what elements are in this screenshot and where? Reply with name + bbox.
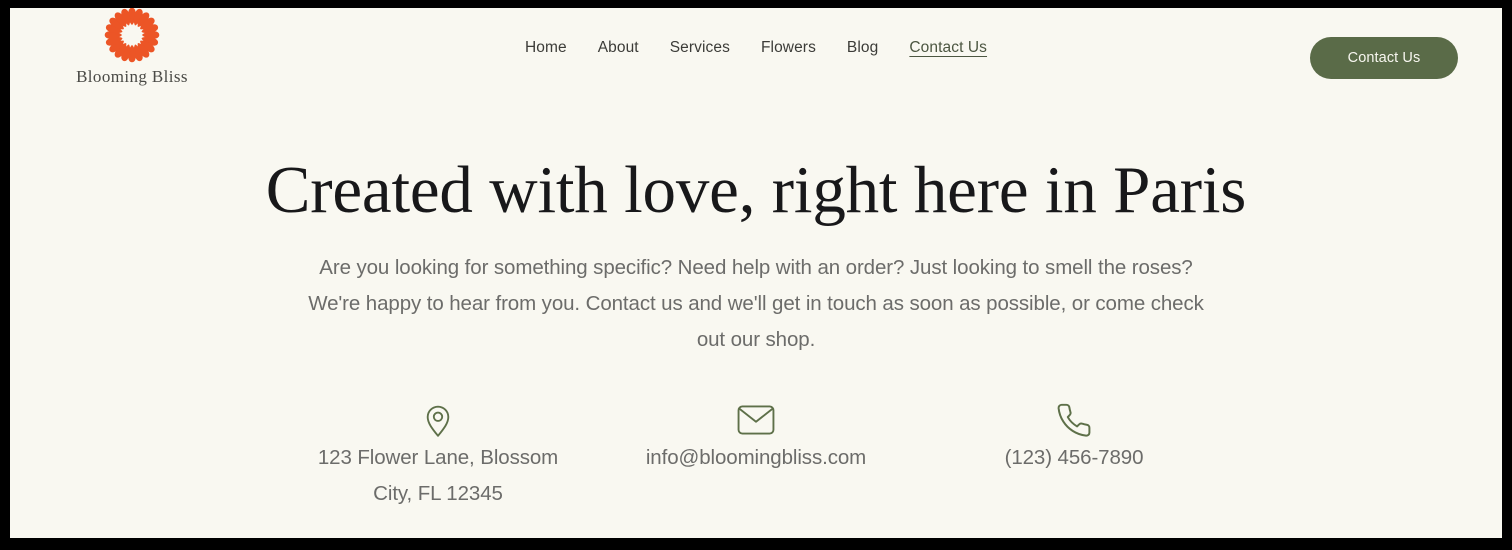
contact-phone[interactable]: (123) 456-7890 [915, 400, 1233, 476]
nav-item-blog[interactable]: Blog [847, 39, 878, 57]
main-navigation: Home About Services Flowers Blog Contact… [525, 39, 987, 57]
brand-logo[interactable]: Blooming Bliss [42, 8, 222, 87]
nav-item-flowers[interactable]: Flowers [761, 39, 816, 57]
hero-description-line-1: Are you looking for something specific? … [319, 256, 1193, 280]
brand-name: Blooming Bliss [76, 67, 188, 86]
hero-description: Are you looking for something specific? … [306, 250, 1206, 358]
hero-description-line-2: We're happy to hear from you. Contact us… [308, 292, 1146, 316]
map-pin-icon [279, 400, 597, 440]
contact-address-line-1: 123 Flower Lane, Blossom [317, 446, 559, 470]
page-canvas: Blooming Bliss Home About Services Flowe… [10, 8, 1502, 538]
contact-address-line-2: City, FL 12345 [373, 482, 503, 506]
contact-address[interactable]: 123 Flower Lane, Blossom City, FL 12345 [279, 400, 597, 512]
hero-section: Created with love, right here in Paris A… [10, 108, 1502, 512]
page-title: Created with love, right here in Paris [265, 153, 1247, 227]
nav-item-home[interactable]: Home [525, 39, 567, 57]
nav-item-contact-us[interactable]: Contact Us [909, 39, 987, 57]
contact-email-line-1: info@bloomingbliss.com [645, 446, 867, 470]
contact-us-button[interactable]: Contact Us [1310, 37, 1458, 79]
site-header: Blooming Bliss Home About Services Flowe… [10, 8, 1502, 108]
nav-item-about[interactable]: About [598, 39, 639, 57]
contact-phone-text: (123) 456-7890 [915, 440, 1233, 476]
nav-item-services[interactable]: Services [670, 39, 730, 57]
contact-email-text: info@bloomingbliss.com [597, 440, 915, 476]
envelope-icon [597, 400, 915, 440]
contact-phone-line-1: (123) 456-7890 [1004, 446, 1144, 470]
flower-sunburst-icon [104, 8, 160, 63]
contact-details-row: 123 Flower Lane, Blossom City, FL 12345 … [10, 400, 1502, 512]
contact-address-text: 123 Flower Lane, Blossom City, FL 12345 [279, 440, 597, 512]
phone-icon [915, 400, 1233, 440]
contact-email[interactable]: info@bloomingbliss.com [597, 400, 915, 476]
